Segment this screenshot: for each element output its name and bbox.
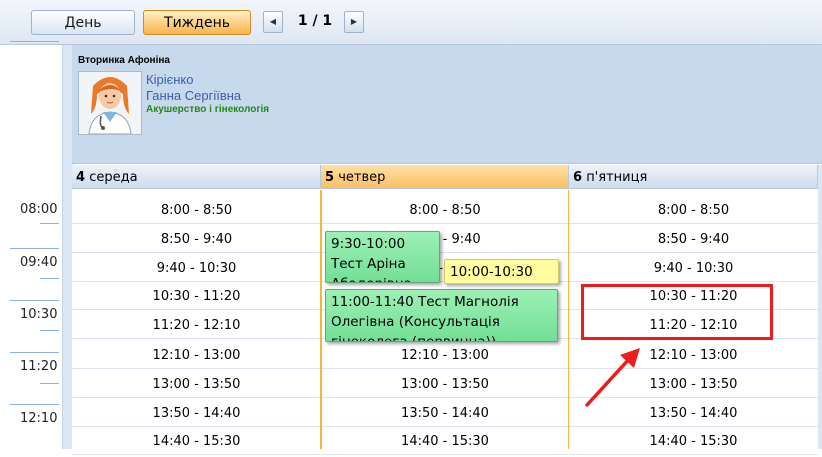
annotation-arrow-icon (585, 348, 640, 407)
